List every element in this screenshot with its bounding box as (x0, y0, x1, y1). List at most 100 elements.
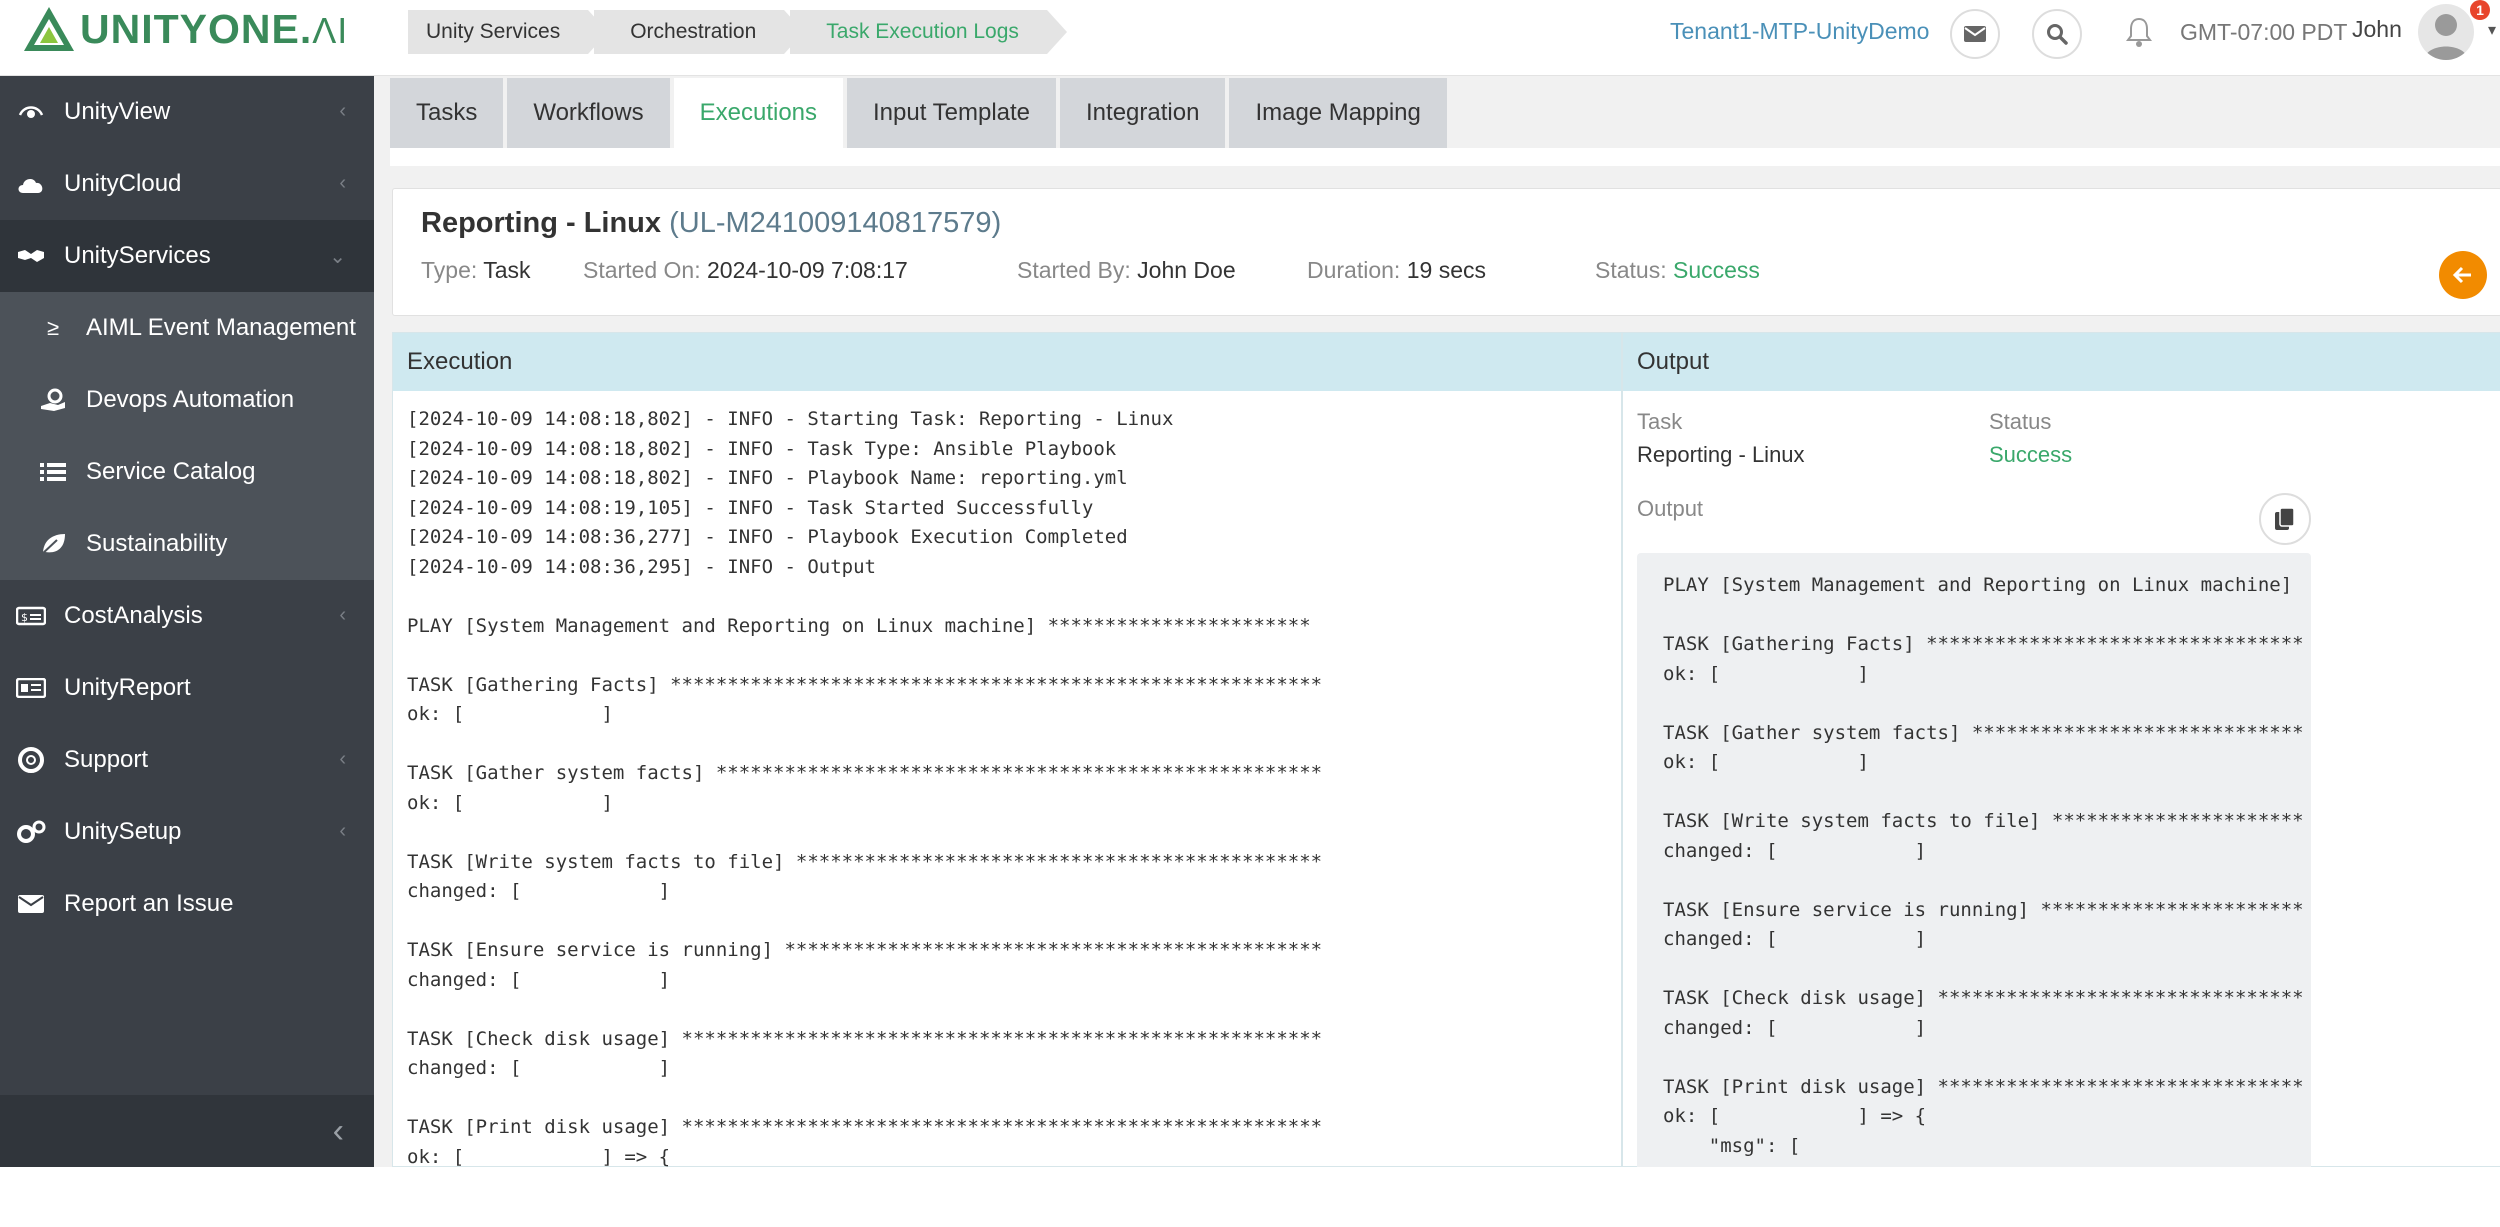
execution-panel: Execution [2024-10-09 14:08:18,802] - IN… (392, 332, 1622, 1167)
breadcrumb: Unity Services Orchestration Task Execut… (408, 10, 1067, 54)
sidebar-item-unitycloud[interactable]: UnityCloud ‹ (0, 148, 374, 220)
started-on-value: 2024-10-09 7:08:17 (707, 257, 908, 283)
sidebar-item-report-an-issue[interactable]: Report an Issue (0, 868, 374, 940)
notification-badge: 1 (2470, 0, 2490, 20)
avatar[interactable] (2418, 4, 2474, 60)
search-button[interactable] (2032, 9, 2082, 59)
sidebar-item-label: Devops Automation (86, 386, 295, 413)
duration-value: 19 secs (1406, 257, 1486, 283)
sidebar-item-costanalysis[interactable]: $ CostAnalysis ‹ (0, 580, 374, 652)
type-value: Task (483, 257, 531, 283)
sidebar-submenu: ≥ AIML Event Management Devops Automatio… (0, 292, 374, 580)
sidebar-item-label: Report an Issue (64, 890, 234, 917)
tab-workflows[interactable]: Workflows (507, 78, 670, 148)
page-title: Reporting - Linux (UL-M241009140817579) (421, 207, 1001, 240)
execution-panel-header: Execution (393, 333, 1621, 391)
started-on-label: Started On: (583, 257, 701, 283)
sidebar-item-label: CostAnalysis (64, 602, 203, 629)
logo-suffix: ΛI (312, 9, 349, 51)
tab-bar: Tasks Workflows Executions Input Templat… (390, 78, 1451, 148)
sidebar-item-unityview[interactable]: UnityView ‹ (0, 76, 374, 148)
sidebar-item-unityservices[interactable]: UnityServices ⌄ (0, 220, 374, 292)
cogs-icon (14, 818, 48, 846)
job-id: (UL-M241009140817579) (669, 207, 1002, 239)
sidebar-item-label: UnityReport (64, 674, 191, 701)
type-field: Type: Task (421, 257, 531, 284)
tab-tasks[interactable]: Tasks (390, 78, 504, 148)
started-by-field: Started By: John Doe (1017, 257, 1236, 284)
messages-button[interactable] (1950, 9, 2000, 59)
sidebar-item-label: Sustainability (86, 530, 228, 557)
started-by-value: John Doe (1137, 257, 1236, 283)
sidebar-item-label: UnityServices (64, 242, 211, 269)
tab-executions[interactable]: Executions (673, 78, 844, 148)
copy-icon (2275, 507, 2295, 530)
sidebar-item-aiml-event-management[interactable]: ≥ AIML Event Management (0, 292, 374, 364)
report-icon (14, 674, 48, 702)
chart-icon: ≥ (46, 315, 60, 340)
chevron-left-icon: ‹ (339, 748, 346, 770)
tab-integration[interactable]: Integration (1060, 78, 1226, 148)
output-panel: Output Task Reporting - Linux Status Suc… (1622, 332, 2500, 1167)
sidebar-item-label: UnityView (64, 98, 171, 125)
hand-cog-icon (36, 386, 70, 414)
sidebar-item-label: UnityCloud (64, 170, 182, 197)
output-status-label: Status (1989, 409, 2052, 434)
sidebar-item-support[interactable]: Support ‹ (0, 724, 374, 796)
sidebar-item-unitysetup[interactable]: UnitySetup ‹ (0, 796, 374, 868)
envelope-icon (14, 890, 48, 918)
unityone-logo[interactable]: UNITYONE.ΛI (22, 4, 348, 54)
output-text-box: PLAY [System Management and Reporting on… (1637, 553, 2311, 1167)
tab-image-mapping[interactable]: Image Mapping (1229, 78, 1447, 148)
status-label: Status: (1595, 257, 1667, 283)
sidebar-item-label: AIML Event Management (86, 314, 356, 341)
chevron-left-icon: ‹ (339, 604, 346, 626)
chevron-left-icon: ‹ (339, 820, 346, 842)
envelope-icon (1964, 26, 1986, 42)
sidebar-item-devops-automation[interactable]: Devops Automation (0, 364, 374, 436)
breadcrumb-orchestration[interactable]: Orchestration (594, 10, 805, 54)
sidebar-item-label: Support (64, 746, 149, 773)
cloud-icon (14, 170, 48, 198)
output-task-value: Reporting - Linux (1637, 442, 1805, 467)
timezone-label: GMT-07:00 PDT (2180, 19, 2348, 45)
eye-icon (14, 98, 48, 126)
output-text: PLAY [System Management and Reporting on… (1663, 574, 2304, 1157)
copy-output-button[interactable] (2259, 493, 2311, 545)
user-name[interactable]: John (2352, 16, 2402, 43)
logo-text: UNITYONE. (80, 5, 313, 52)
search-icon (2047, 24, 2068, 45)
notification-bell-icon[interactable] (2124, 14, 2154, 50)
status-badge: Success (1673, 257, 1760, 283)
output-label: Output (1637, 496, 1704, 521)
duration-field: Duration: 19 secs (1307, 257, 1486, 284)
arrow-left-icon (2452, 266, 2471, 284)
started-on-field: Started On: 2024-10-09 7:08:17 (583, 257, 908, 284)
chevron-left-icon: ‹ (339, 100, 346, 122)
sidebar-item-unityreport[interactable]: UnityReport (0, 652, 374, 724)
main-content: Tasks Workflows Executions Input Templat… (374, 76, 2500, 1167)
sidebar-item-sustainability[interactable]: Sustainability (0, 508, 374, 580)
tenant-selector[interactable]: Tenant1-MTP-UnityDemo (1670, 18, 1929, 45)
chevron-left-icon: ‹ (339, 172, 346, 194)
back-button[interactable] (2439, 251, 2487, 299)
tab-content-strip (390, 148, 2500, 166)
status-field: Status: Success (1595, 257, 1760, 284)
sidebar-collapse-button[interactable]: ‹ (0, 1095, 374, 1167)
tab-input-template[interactable]: Input Template (847, 78, 1057, 148)
execution-summary-card: Reporting - Linux (UL-M241009140817579) … (392, 188, 2500, 316)
leaf-icon (36, 530, 70, 558)
duration-label: Duration: (1307, 257, 1401, 283)
output-task-label: Task (1637, 409, 1683, 434)
handshake-icon (14, 242, 48, 270)
chevron-down-icon[interactable]: ▾ (2488, 20, 2496, 40)
user-avatar-icon (2424, 14, 2468, 60)
output-status-value: Success (1989, 442, 2073, 467)
svg-text:$: $ (21, 611, 28, 624)
breadcrumb-unity-services[interactable]: Unity Services (408, 10, 609, 54)
money-icon: $ (14, 602, 48, 630)
top-bar: UNITYONE.ΛI Unity Services Orchestration… (0, 0, 2500, 76)
breadcrumb-task-execution-logs: Task Execution Logs (790, 10, 1067, 54)
sidebar-item-service-catalog[interactable]: Service Catalog (0, 436, 374, 508)
lifebuoy-icon (14, 746, 48, 774)
